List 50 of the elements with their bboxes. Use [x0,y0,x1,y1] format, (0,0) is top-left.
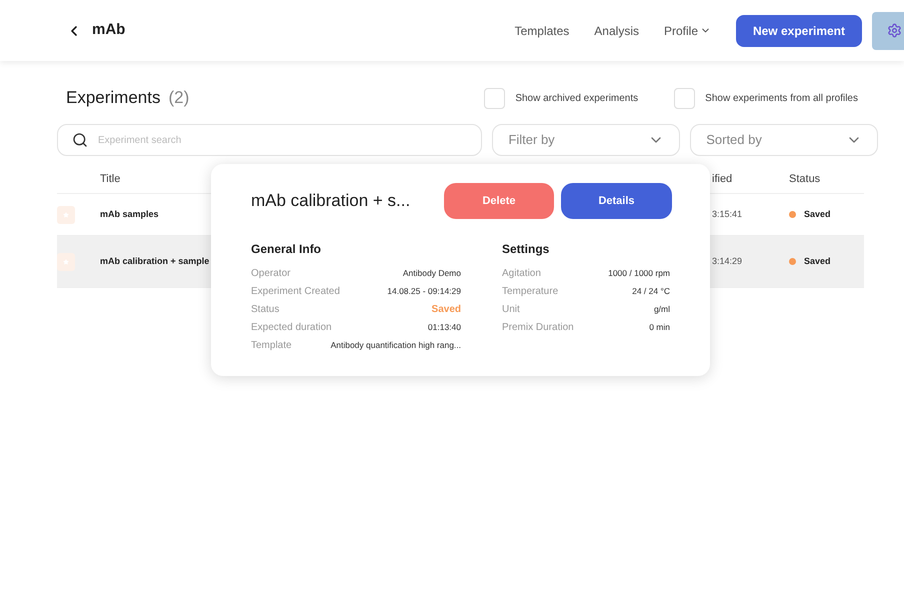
checkbox[interactable] [484,88,506,108]
field-value: Antibody Demo [402,266,461,280]
popup-title: mAb calibration + s... [251,190,410,212]
section-title: Settings [502,241,550,258]
field-value: 01:13:40 [428,320,461,334]
column-header: Status [789,172,820,188]
checkbox[interactable] [674,88,696,108]
details-button[interactable]: Details [561,183,672,219]
search-input[interactable]: Experiment search [98,132,468,148]
field-label: Premix Duration [502,320,574,334]
table-cell-text: Saved [804,208,831,221]
field-label: Agitation [502,266,541,280]
column-header: Title [100,172,120,188]
field-label: Template [251,338,292,352]
column-header: ified [712,172,732,188]
settings-button[interactable] [872,12,904,50]
search-field[interactable]: Experiment search [57,124,482,156]
field-value: Antibody quantification high rang... [330,338,461,352]
checkbox-label: Show experiments from all profiles [705,92,858,106]
profile-menu[interactable]: Profile [664,22,711,40]
field-value: 1000 / 1000 rpm [608,266,670,280]
field-label: Status [251,302,280,316]
field-value: 0 min [649,320,670,334]
table-cell-text: 3:15:41 [712,208,742,221]
page-title: mAb [92,20,126,40]
table-cell-text: 3:14:29 [712,254,742,268]
field-label: Experiment Created [251,284,340,298]
table-cell-text: mAb calibration + sample [100,254,210,268]
new-experiment-button[interactable]: New experiment [736,14,862,46]
search-icon [72,132,88,148]
checkbox-label: Show archived experiments [515,92,638,106]
section-title: General Info [251,241,322,258]
field-value: g/ml [654,302,670,316]
field-label: Operator [251,266,290,280]
field-value: 24 / 24 °C [632,284,670,298]
table-cell-text: Saved [804,254,831,268]
field-label: Expected duration [251,320,332,334]
field-label: Unit [502,302,520,316]
experiments-count: (2) [168,87,190,110]
table-cell-text: mAb samples [100,208,159,221]
experiments-heading: Experiments [66,87,160,110]
field-label: Temperature [502,284,558,298]
nav-link[interactable]: Analysis [594,22,639,40]
dropdown-field[interactable]: Filter by [492,124,680,156]
delete-button[interactable]: Delete [444,183,554,219]
settings-icon [887,23,902,38]
dropdown-field[interactable]: Sorted by [690,124,878,156]
field-value: Saved [432,302,461,316]
field-value: 14.08.25 - 09:14:29 [387,284,461,298]
nav-link[interactable]: Templates [514,22,570,40]
